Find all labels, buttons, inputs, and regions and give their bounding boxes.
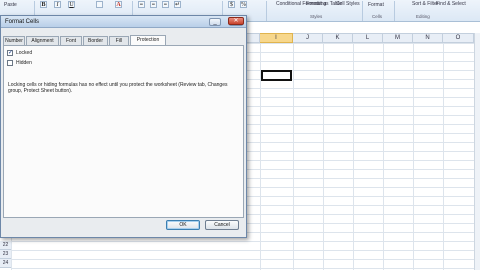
grid-line <box>11 268 246 269</box>
grid-line <box>246 133 480 134</box>
ok-button[interactable]: OK <box>166 220 200 230</box>
sort-filter-button[interactable]: Sort & Filter <box>412 1 438 7</box>
grid-line <box>353 43 354 270</box>
grid-line <box>413 43 414 270</box>
column-header-j[interactable]: J <box>293 33 323 43</box>
grid-line <box>246 124 480 125</box>
cancel-button[interactable]: Cancel <box>205 220 239 230</box>
wrap-text-button[interactable]: ↵ <box>174 1 181 8</box>
dialog-titlebar[interactable]: Format Cells _ ? ✕ <box>1 16 246 28</box>
conditional-formatting-button[interactable]: Conditional Formatting <box>276 1 326 7</box>
font-color-icon[interactable]: A <box>115 1 122 8</box>
format-cells-dialog: Format Cells _ ? ✕ Number Alignment Font… <box>0 15 247 238</box>
protection-panel: ✓ Locked Hidden Locking cells or hiding … <box>3 45 244 218</box>
grid-line <box>293 43 294 270</box>
cell-styles-button[interactable]: Cell Styles <box>336 1 360 7</box>
format-as-table-button[interactable]: Format as Table <box>306 1 342 7</box>
grid-line <box>246 106 480 107</box>
tab-protection[interactable]: Protection <box>130 35 166 45</box>
italic-button[interactable]: I <box>54 1 61 8</box>
grid-line <box>246 151 480 152</box>
fill-color-button[interactable] <box>96 1 103 8</box>
ribbon-divider <box>266 1 267 21</box>
grid-line <box>11 259 246 260</box>
grid-line <box>246 223 480 224</box>
align-right-button[interactable]: ≡ <box>162 1 169 8</box>
ribbon-divider <box>362 1 363 21</box>
align-center-button[interactable]: ≡ <box>150 1 157 8</box>
column-header-n[interactable]: N <box>413 33 443 43</box>
grid-line <box>246 178 480 179</box>
column-header-k[interactable]: K <box>323 33 353 43</box>
grid-line <box>246 160 480 161</box>
hidden-label: Hidden <box>16 60 32 66</box>
grid-line <box>323 43 324 270</box>
minimize-icon[interactable]: _ <box>209 18 221 26</box>
group-styles-label: Styles <box>310 14 323 19</box>
row-header-24[interactable]: 24 <box>0 259 11 268</box>
grid-line <box>246 214 480 215</box>
dialog-title: Format Cells <box>5 19 40 25</box>
grid-line <box>246 232 480 233</box>
align-left-button[interactable]: ≡ <box>138 1 145 8</box>
checkmark-icon: ✓ <box>8 50 14 56</box>
grid-line <box>246 97 480 98</box>
grid-line <box>246 88 480 89</box>
group-cells-label: Cells <box>372 14 383 19</box>
grid-line <box>443 43 444 270</box>
grid-line <box>246 259 480 260</box>
grid-line <box>383 43 384 270</box>
underline-button[interactable]: U <box>68 1 75 8</box>
locked-label: Locked <box>16 50 33 56</box>
grid-line <box>246 61 480 62</box>
protection-description: Locking cells or hiding formulas has no … <box>8 82 228 94</box>
grid-line <box>246 205 480 206</box>
grid-line <box>11 241 246 242</box>
grid-line <box>246 250 480 251</box>
row-header-22[interactable]: 22 <box>0 241 11 250</box>
column-header-o[interactable]: O <box>443 33 474 43</box>
grid-line <box>246 52 480 53</box>
group-editing-label: Editing <box>416 14 430 19</box>
column-header[interactable] <box>246 33 260 43</box>
grid-line <box>246 196 480 197</box>
tab-number[interactable]: Number <box>3 36 25 45</box>
grid-line <box>246 142 480 143</box>
grid-line <box>246 268 480 269</box>
grid-line <box>246 241 480 242</box>
ribbon-divider <box>394 1 395 21</box>
grid-line <box>246 43 480 44</box>
tab-alignment[interactable]: Alignment <box>26 36 59 45</box>
grid-line <box>11 250 246 251</box>
tab-fill[interactable]: Fill <box>109 36 129 45</box>
tab-font[interactable]: Font <box>60 36 82 45</box>
column-header-i[interactable]: I <box>260 33 293 43</box>
hidden-checkbox[interactable] <box>7 60 13 66</box>
vertical-scrollbar[interactable] <box>474 33 480 270</box>
row-header-23[interactable]: 23 <box>0 250 11 259</box>
close-icon[interactable]: ✕ <box>228 17 244 25</box>
percent-button[interactable]: % <box>240 1 247 8</box>
grid-line <box>246 169 480 170</box>
grid-line <box>246 187 480 188</box>
format-button[interactable]: Format <box>368 2 384 8</box>
bold-button[interactable]: B <box>40 1 47 8</box>
currency-button[interactable]: $ <box>228 1 235 8</box>
tab-border[interactable]: Border <box>83 36 108 45</box>
column-header-m[interactable]: M <box>383 33 413 43</box>
grid-line <box>246 115 480 116</box>
locked-checkbox[interactable]: ✓ <box>7 50 13 56</box>
paste-button[interactable]: Paste <box>4 2 17 8</box>
active-cell[interactable] <box>261 70 292 81</box>
find-select-button[interactable]: Find & Select <box>436 1 466 7</box>
column-header-l[interactable]: L <box>353 33 383 43</box>
